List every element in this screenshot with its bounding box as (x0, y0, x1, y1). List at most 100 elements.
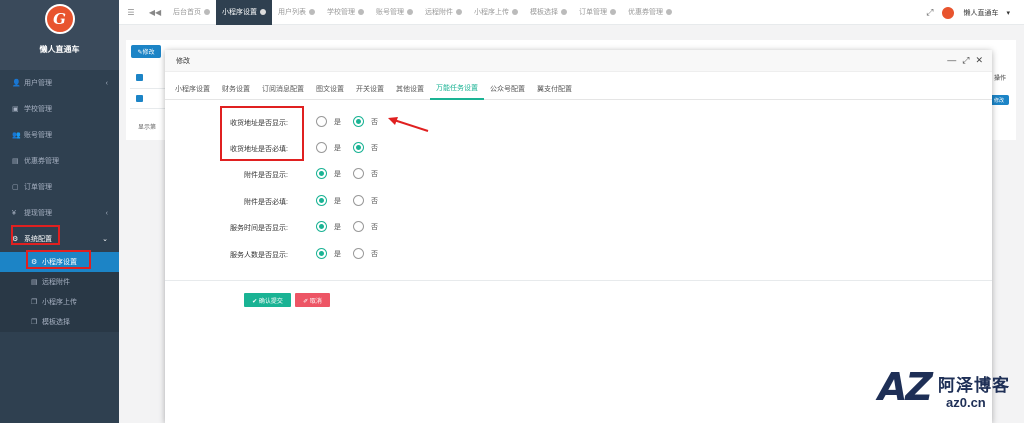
tab-close-icon[interactable] (260, 9, 266, 15)
brand-name: 懒人直通车 (39, 45, 80, 54)
radio-circle[interactable] (316, 142, 327, 153)
sidebar-item-1[interactable]: ▣ 学校管理 (0, 96, 119, 122)
radio-no[interactable]: 否 (353, 195, 378, 206)
radio-circle[interactable] (316, 195, 327, 206)
divider (130, 108, 165, 109)
radio-yes[interactable]: 是 (316, 168, 341, 179)
user-icon: 👤 (12, 80, 21, 87)
radio-circle[interactable] (316, 168, 327, 179)
avatar[interactable] (941, 5, 956, 20)
tabs-back-icon[interactable]: ◀◀ (143, 8, 167, 17)
modal-tab-4[interactable]: 开关设置 (350, 77, 390, 100)
field-label: 服务人数是否显示: (230, 252, 288, 259)
fullscreen-icon[interactable]: ⤢ (926, 7, 933, 18)
radio-circle[interactable] (316, 116, 327, 127)
modal-tab-6[interactable]: 万能任务设置 (430, 77, 484, 100)
radio-no[interactable]: 否 (353, 248, 378, 259)
yen-icon: ¥ (12, 209, 16, 217)
annotation-highlight-system-config (11, 225, 60, 245)
sidebar-item-5[interactable]: ¥ 提现管理 ‹ (0, 200, 119, 226)
radio-circle[interactable] (353, 142, 364, 153)
menu-toggle-icon[interactable]: ☰ (119, 8, 143, 17)
tab-close-icon[interactable] (512, 9, 518, 15)
sidebar-item-3[interactable]: ▤ 优惠券管理 (0, 148, 119, 174)
sidebar-item-4[interactable]: ▢ 订单管理 (0, 174, 119, 200)
tab-6[interactable]: 小程序上传 (468, 0, 524, 25)
tab-close-icon[interactable] (358, 9, 364, 15)
sidebar-subitem-label: 模板选择 (42, 319, 70, 326)
modal-tab-3[interactable]: 图文设置 (310, 77, 350, 100)
tab-8[interactable]: 订单管理 (573, 0, 622, 25)
tab-close-icon[interactable] (561, 9, 567, 15)
chevron-down-icon[interactable]: ▾ (1006, 9, 1010, 17)
tab-close-icon[interactable] (407, 9, 413, 15)
tab-close-icon[interactable] (666, 9, 672, 15)
radio-yes[interactable]: 是 (316, 248, 341, 259)
radio-circle[interactable] (353, 248, 364, 259)
modal-tab-2[interactable]: 订阅消息配置 (256, 77, 310, 100)
radio-no[interactable]: 否 (353, 116, 378, 127)
radio-circle[interactable] (353, 221, 364, 232)
submit-button[interactable]: ✔ 确认提交 (244, 293, 291, 307)
radio-label: 是 (334, 144, 341, 152)
modal-header: 修改 (165, 50, 992, 72)
tab-1[interactable]: 小程序设置 (216, 0, 272, 25)
tab-4[interactable]: 账号管理 (370, 0, 419, 25)
user-name[interactable]: 懒人直通车 (963, 8, 998, 18)
radio-circle[interactable] (316, 248, 327, 259)
tab-2[interactable]: 用户列表 (272, 0, 321, 25)
sidebar-item-0[interactable]: 👤 用户管理 ‹ (0, 70, 119, 96)
background-row-checkbox[interactable] (136, 95, 143, 102)
copy-icon: ❐ (31, 299, 38, 306)
radio-circle[interactable] (353, 116, 364, 127)
radio-circle[interactable] (353, 168, 364, 179)
background-edit-button[interactable]: ✎修改 (131, 45, 161, 58)
brand-logo[interactable]: G (44, 4, 75, 34)
modal-tab-0[interactable]: 小程序设置 (169, 77, 216, 100)
page-tabs: 后台首页 小程序设置 用户列表 学校管理 账号管理 远程附件 小程序上传 模板选择 订单管理 优惠… (167, 0, 678, 25)
sidebar-subitem-label: 远程附件 (42, 279, 70, 286)
tab-5[interactable]: 远程附件 (419, 0, 468, 25)
background-header-checkbox[interactable] (136, 74, 143, 81)
radio-no[interactable]: 否 (353, 168, 378, 179)
sidebar-subitem-3[interactable]: ❐ 模板选择 (0, 312, 119, 332)
radio-yes[interactable]: 是 (316, 142, 341, 153)
field-label: 附件是否必填: (244, 199, 288, 206)
divider (165, 280, 992, 281)
tab-label: 小程序设置 (222, 9, 257, 16)
modal-tab-8[interactable]: 翼支付配置 (531, 77, 578, 100)
chevron-icon: ‹ (105, 79, 108, 87)
maximize-icon[interactable]: ⤢ (962, 55, 969, 65)
tab-close-icon[interactable] (610, 9, 616, 15)
background-column-header: 操作 (994, 76, 1007, 82)
background-row-edit-button[interactable]: 修改 (989, 95, 1009, 105)
sidebar-item-2[interactable]: 👥 账号管理 (0, 122, 119, 148)
sidebar-subitem-2[interactable]: ❐ 小程序上传 (0, 292, 119, 312)
users-icon: 👥 (12, 132, 21, 139)
tab-label: 账号管理 (376, 9, 404, 16)
close-icon[interactable]: ✕ (975, 55, 983, 65)
tab-close-icon[interactable] (204, 9, 210, 15)
tab-close-icon[interactable] (456, 9, 462, 15)
sidebar-item-label: 学校管理 (24, 106, 52, 113)
radio-yes[interactable]: 是 (316, 221, 341, 232)
radio-yes[interactable]: 是 (316, 195, 341, 206)
modal-tab-5[interactable]: 其他设置 (390, 77, 430, 100)
sidebar-subitem-1[interactable]: ▤ 远程附件 (0, 272, 119, 292)
tab-label: 优惠券管理 (628, 9, 663, 16)
tab-7[interactable]: 模板选择 (524, 0, 573, 25)
radio-circle[interactable] (353, 195, 364, 206)
tab-3[interactable]: 学校管理 (321, 0, 370, 25)
tab-close-icon[interactable] (309, 9, 315, 15)
modal-tab-7[interactable]: 公众号配置 (484, 77, 531, 100)
radio-circle[interactable] (316, 221, 327, 232)
radio-no[interactable]: 否 (353, 221, 378, 232)
radio-no[interactable]: 否 (353, 142, 378, 153)
cancel-button[interactable]: ✐ 取消 (295, 293, 330, 307)
tab-9[interactable]: 优惠券管理 (622, 0, 678, 25)
modal-tab-1[interactable]: 财务设置 (216, 77, 256, 100)
tab-0[interactable]: 后台首页 (167, 0, 216, 25)
minimize-icon[interactable]: — (947, 55, 956, 65)
watermark-logo: AZ (878, 365, 933, 409)
radio-yes[interactable]: 是 (316, 116, 341, 127)
